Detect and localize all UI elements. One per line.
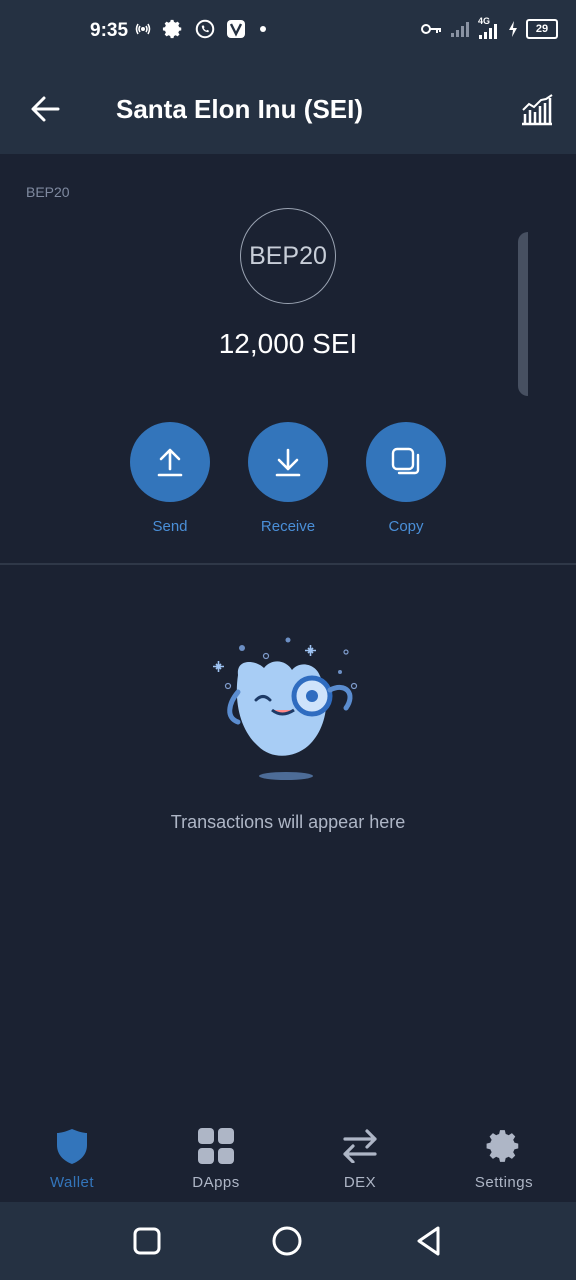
battery-icon: 29	[526, 19, 558, 39]
nav-wallet[interactable]: Wallet	[0, 1126, 144, 1191]
nav-dex-label: DEX	[343, 1174, 377, 1191]
charging-icon	[509, 21, 517, 37]
receive-button[interactable]	[248, 422, 328, 502]
price-chart-icon[interactable]	[520, 94, 554, 126]
receive-action[interactable]: Receive	[248, 422, 328, 535]
vpn-app-icon	[227, 20, 245, 38]
status-bar: 9:35 4G 29	[0, 0, 576, 64]
nav-dex[interactable]: DEX	[288, 1126, 432, 1191]
network-label: BEP20	[26, 184, 70, 200]
copy-button[interactable]	[366, 422, 446, 502]
gear-status-icon	[162, 19, 182, 39]
send-button[interactable]	[130, 422, 210, 502]
status-notification-icons	[134, 18, 270, 40]
copy-icon	[391, 447, 420, 475]
empty-state-message: Transactions will appear here	[170, 812, 406, 832]
nav-dapps-label: DApps	[192, 1174, 240, 1191]
token-icon: BEP20	[240, 208, 336, 304]
arrow-up-icon	[157, 448, 183, 477]
empty-transactions-illustration	[213, 637, 358, 780]
arrow-down-icon	[275, 448, 301, 477]
status-system-icons: 4G 29	[420, 16, 558, 40]
whatsapp-icon	[195, 19, 215, 39]
gear-icon	[486, 1130, 519, 1162]
dot-icon	[260, 26, 266, 32]
send-action[interactable]: Send	[130, 422, 210, 535]
nav-settings[interactable]: Settings	[432, 1126, 576, 1191]
back-arrow-icon[interactable]	[28, 92, 62, 126]
bottom-navigation: Wallet DApps DEX Settings	[0, 1108, 576, 1202]
page-title: Santa Elon Inu (SEI)	[116, 94, 364, 124]
swap-icon	[343, 1129, 377, 1163]
receive-label: Receive	[260, 518, 316, 535]
section-divider	[0, 563, 576, 565]
signal-4g-icon: 4G	[478, 16, 500, 40]
home-icon[interactable]	[270, 1224, 304, 1258]
nav-dapps[interactable]: DApps	[144, 1126, 288, 1191]
token-balance: 12,000 SEI	[218, 328, 358, 359]
side-scroll-handle[interactable]	[518, 232, 528, 396]
battery-level: 29	[535, 23, 549, 35]
nav-wallet-label: Wallet	[49, 1174, 95, 1191]
shield-icon	[57, 1129, 87, 1164]
token-icon-text: BEP20	[249, 241, 327, 270]
signal-weak-icon	[451, 22, 469, 37]
token-overview: BEP20 BEP20 12,000 SEI Send Receive Copy	[0, 154, 576, 564]
grid-icon	[198, 1128, 234, 1164]
nav-settings-label: Settings	[474, 1174, 534, 1191]
copy-label: Copy	[388, 518, 424, 535]
app-bar: Santa Elon Inu (SEI)	[0, 64, 576, 154]
key-icon	[421, 24, 441, 34]
send-label: Send	[152, 518, 188, 535]
back-triangle-icon[interactable]	[412, 1224, 446, 1258]
recent-apps-icon[interactable]	[130, 1224, 164, 1258]
status-time: 9:35	[90, 20, 129, 41]
hotspot-icon	[135, 23, 151, 35]
copy-action[interactable]: Copy	[366, 422, 446, 535]
system-navigation-bar	[0, 1202, 576, 1280]
